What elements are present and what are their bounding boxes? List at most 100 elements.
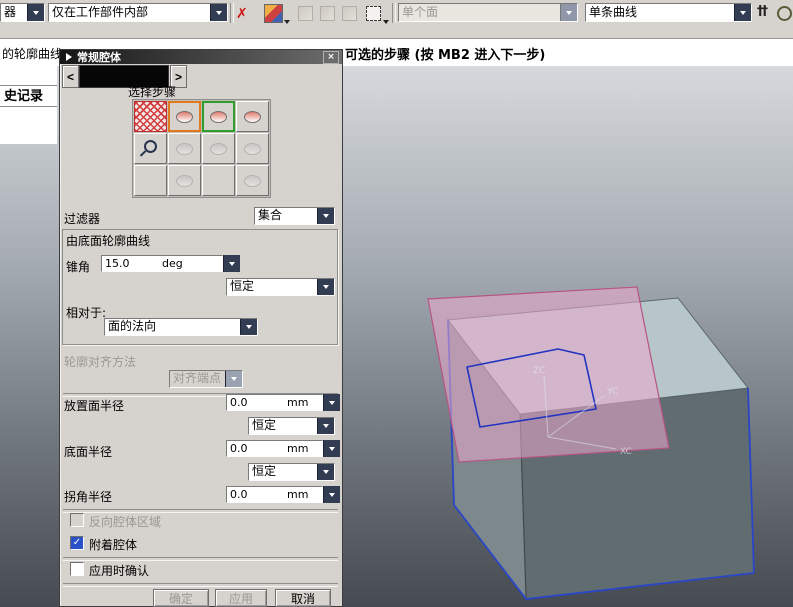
- chevron-down-icon[interactable]: [734, 4, 751, 21]
- axis-z-label: ZC: [533, 366, 545, 376]
- pocket-icon: [210, 110, 227, 123]
- history-tab[interactable]: 史记录: [0, 85, 57, 107]
- resource-bar: 史记录: [0, 66, 57, 144]
- disabled-tool-icon: [298, 6, 313, 21]
- filter-combo[interactable]: 集合: [254, 207, 335, 225]
- curve-rule-combo[interactable]: 单条曲线: [585, 3, 752, 22]
- selection-filter-combo[interactable]: 器: [0, 3, 45, 22]
- profile-align-combo: 对齐端点: [169, 370, 243, 388]
- profile-align-value: 对齐端点: [173, 371, 222, 385]
- step-button-7: [202, 133, 235, 164]
- step-button-1[interactable]: [134, 101, 167, 132]
- profile-align-label: 轮廓对齐方法: [64, 355, 137, 369]
- selection-steps-label: 选择步骤: [128, 85, 177, 99]
- apply-button[interactable]: 应用: [215, 589, 267, 607]
- placement-radius-spinner[interactable]: 0.0 mm: [226, 394, 340, 411]
- selection-scope-combo[interactable]: 仅在工作部件内部: [48, 3, 228, 22]
- bottom-radius-value[interactable]: 0.0: [230, 442, 248, 455]
- chevron-down-icon[interactable]: [27, 4, 44, 21]
- dialog-arrow-icon: [66, 53, 72, 61]
- attach-pocket-row: ✓ 附着腔体: [60, 536, 335, 552]
- chevron-down-icon[interactable]: [284, 20, 290, 24]
- close-icon[interactable]: ×: [323, 50, 339, 64]
- placement-radius-value[interactable]: 0.0: [230, 396, 248, 409]
- corner-radius-label: 拐角半径: [64, 490, 113, 504]
- bottom-radius-unit: mm: [287, 442, 309, 455]
- general-pocket-dialog: 常规腔体 × < > 选择步骤 过滤器 集合 由底面轮廓曲线 锥角 15.0 d…: [59, 49, 343, 607]
- magnifier-icon: [144, 140, 157, 153]
- taper-angle-value[interactable]: 15.0: [105, 257, 130, 270]
- taper-angle-label: 锥角: [66, 260, 91, 274]
- bottom-radius-label: 底面半径: [64, 445, 113, 459]
- chevron-down-icon: [560, 4, 577, 21]
- placement-radius-label: 放置面半径: [64, 399, 125, 413]
- taper-angle-spinner[interactable]: 15.0 deg: [101, 255, 240, 272]
- taper-law-value: 恒定: [230, 279, 255, 293]
- step-button-2[interactable]: [168, 101, 201, 132]
- confirm-on-apply-checkbox[interactable]: [70, 562, 84, 576]
- selection-steps-grid: [132, 99, 271, 198]
- spinner-down-icon[interactable]: [323, 486, 340, 503]
- bottom-law-combo[interactable]: 恒定: [248, 463, 335, 481]
- chevron-down-icon[interactable]: [210, 4, 227, 21]
- confirm-on-apply-label: 应用时确认: [89, 564, 150, 578]
- marquee-select-icon[interactable]: [366, 6, 381, 21]
- face-rule-combo-value: 单个面: [399, 4, 560, 21]
- chevron-down-icon[interactable]: [317, 208, 334, 224]
- bottom-radius-spinner[interactable]: 0.0 mm: [226, 440, 340, 457]
- prev-step-button[interactable]: <: [62, 65, 79, 88]
- selection-scope-combo-value: 仅在工作部件内部: [52, 5, 149, 19]
- step-button-4[interactable]: [236, 101, 269, 132]
- chevron-down-icon[interactable]: [383, 20, 389, 24]
- ok-button[interactable]: 确定: [153, 589, 209, 607]
- separator: [63, 583, 338, 587]
- chevron-down-icon[interactable]: [240, 319, 257, 335]
- spinner-down-icon[interactable]: [323, 440, 340, 457]
- placement-radius-unit: mm: [287, 396, 309, 409]
- chevron-down-icon[interactable]: [317, 464, 334, 480]
- relative-to-combo[interactable]: 面的法向: [104, 318, 258, 336]
- chevron-down-icon[interactable]: [317, 418, 334, 434]
- spinner-down-icon[interactable]: [323, 394, 340, 411]
- reverse-region-checkbox: [70, 513, 84, 527]
- dialog-titlebar[interactable]: 常规腔体 ×: [60, 50, 342, 64]
- pocket-icon: [244, 142, 261, 155]
- corner-radius-value[interactable]: 0.0: [230, 488, 248, 501]
- pocket-icon: [176, 110, 193, 123]
- circle-tool-icon[interactable]: [777, 6, 792, 21]
- datum-plane[interactable]: [427, 286, 670, 463]
- filter-label: 过滤器: [64, 212, 101, 226]
- chain-curves-icon[interactable]: ††: [757, 4, 768, 20]
- chevron-down-icon[interactable]: [317, 279, 334, 295]
- relative-to-value: 面的法向: [108, 319, 157, 333]
- spinner-down-icon[interactable]: [223, 255, 240, 272]
- cancel-button[interactable]: 取消: [275, 589, 331, 607]
- attach-pocket-label: 附着腔体: [89, 538, 138, 552]
- toolbar-separator: [392, 3, 396, 23]
- relative-to-label: 相对于:: [66, 306, 107, 320]
- selection-filter-combo-value: 器: [4, 5, 17, 19]
- step-button-12: [236, 165, 269, 196]
- step-button-3[interactable]: [202, 101, 235, 132]
- axis-y-label: YC: [606, 387, 618, 397]
- step-button-6: [168, 133, 201, 164]
- filter-combo-value: 集合: [258, 208, 283, 222]
- pocket-icon: [244, 110, 261, 123]
- reverse-region-row: 反向腔体区域: [60, 513, 335, 529]
- taper-angle-unit: deg: [162, 257, 183, 270]
- placement-law-combo[interactable]: 恒定: [248, 417, 335, 435]
- clear-selection-icon[interactable]: ✗: [236, 6, 248, 22]
- top-toolbar: 器 仅在工作部件内部 ✗ 单个面 单条曲线 ††: [0, 0, 793, 39]
- profile-group-title: 由底面轮廓曲线: [66, 234, 151, 248]
- pocket-icon: [210, 142, 227, 155]
- prompt-left-text: 的轮廓曲线: [2, 47, 63, 61]
- taper-law-combo[interactable]: 恒定: [226, 278, 335, 296]
- attach-pocket-checkbox[interactable]: ✓: [70, 536, 84, 550]
- disabled-tool-icon: [342, 6, 357, 21]
- placement-law-value: 恒定: [252, 418, 277, 432]
- corner-radius-spinner[interactable]: 0.0 mm: [226, 486, 340, 503]
- selection-options-icon[interactable]: [264, 4, 283, 23]
- step-button-5[interactable]: [134, 133, 167, 164]
- bottom-law-value: 恒定: [252, 464, 277, 478]
- reverse-region-label: 反向腔体区域: [89, 515, 162, 529]
